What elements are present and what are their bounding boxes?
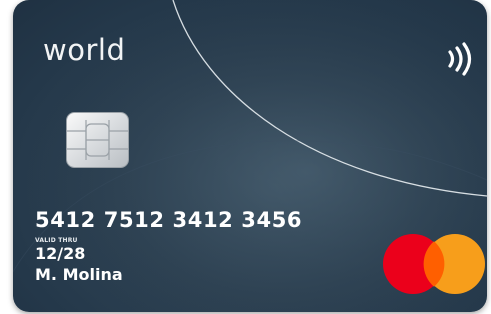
credit-card: world 5412 7512 3412 3456 VALID THRU 12/… xyxy=(13,0,487,312)
emv-chip-icon xyxy=(66,112,129,168)
mastercard-logo xyxy=(383,234,485,294)
card-brand: world xyxy=(43,33,126,67)
valid-thru-label: VALID THRU xyxy=(35,237,78,244)
cardholder-name: M. Molina xyxy=(35,265,123,284)
expiry-date: 12/28 xyxy=(35,244,86,263)
card-number: 5412 7512 3412 3456 xyxy=(35,208,303,232)
contactless-icon xyxy=(448,42,472,76)
